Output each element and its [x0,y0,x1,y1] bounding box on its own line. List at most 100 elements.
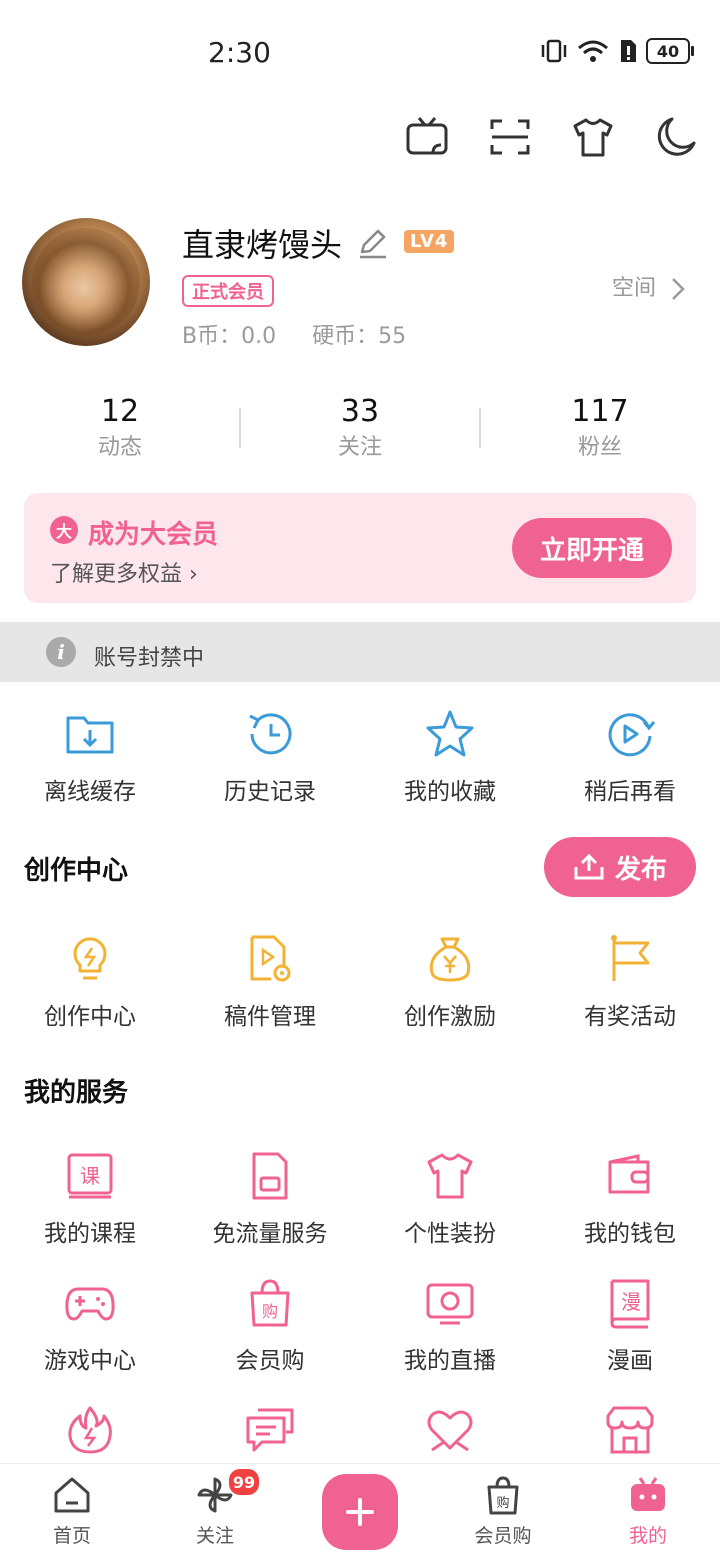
service-label: 我的课程 [44,1221,136,1247]
quick-action-favorites[interactable]: 我的收藏 [360,708,540,806]
info-icon: i [46,637,76,667]
ban-notice-text: 账号封禁中 [94,646,205,671]
stat-dynamics[interactable]: 12 动态 [0,394,240,461]
service-personal-dressup[interactable]: 个性装扮 [360,1150,540,1248]
creator-item-events[interactable]: 有奖活动 [540,933,720,1031]
service-free-data[interactable]: 免流量服务 [180,1150,360,1248]
service-label: 游戏中心 [44,1348,136,1374]
edit-pencil-icon[interactable] [356,226,390,260]
scan-icon[interactable] [488,115,532,159]
wifi-icon [578,40,608,62]
shopping-bag-icon: 购 [250,1279,290,1327]
service-label: 免流量服务 [212,1221,328,1247]
wallet-icon [608,1154,650,1194]
star-icon [426,710,474,757]
service-comics[interactable]: 漫 漫画 [540,1277,720,1375]
lightbulb-icon [73,937,107,980]
course-icon: 课 [67,1153,113,1199]
chevron-right-icon [672,278,685,300]
publish-label: 发布 [614,854,667,885]
stat-following[interactable]: 33 关注 [240,394,480,461]
plus-icon [346,1498,374,1526]
creator-item-manuscripts[interactable]: 稿件管理 [180,933,360,1031]
quick-action-label: 我的收藏 [404,779,496,805]
nav-label: 首页 [52,1525,91,1547]
stat-value: 117 [571,394,629,429]
quick-action-history[interactable]: 历史记录 [180,708,360,806]
service-my-courses[interactable]: 课 我的课程 [0,1150,180,1248]
creator-item-label: 创作激励 [404,1004,496,1030]
heart-icon [427,1410,473,1452]
vip-title: 成为大会员 [88,520,219,550]
stat-value: 33 [340,394,380,429]
vip-benefits-link[interactable]: 了解更多权益 › [50,556,198,588]
svg-text:购: 购 [262,1302,278,1321]
level-badge: LV4 [404,230,455,253]
creator-item-label: 创作中心 [44,1004,136,1030]
quick-action-watch-later[interactable]: 稍后再看 [540,708,720,806]
bcoin-balance: B币：0.0 [182,324,277,349]
coins-info: B币：0.0 硬币：55 [182,318,406,350]
stat-label: 粉丝 [577,435,622,460]
stat-fans[interactable]: 117 粉丝 [480,394,720,461]
stat-value: 12 [100,394,140,429]
quick-action-offline-cache[interactable]: 离线缓存 [0,708,180,806]
comic-book-icon: 漫 [610,1279,650,1329]
svg-text:购: 购 [496,1495,509,1511]
history-clock-icon [249,713,292,755]
flame-icon [68,1406,112,1454]
status-icons: 40 [540,38,694,64]
service-member-shop[interactable]: 购 会员购 [180,1277,360,1375]
tv-mascot-icon [631,1477,665,1511]
home-icon [54,1477,90,1513]
service-label: 我的钱包 [584,1221,676,1247]
service-public-welfare[interactable] [360,1404,540,1456]
publish-button[interactable]: 发布 [544,837,696,897]
cast-tv-icon[interactable] [405,115,449,159]
nav-mine[interactable]: 我的 [588,1475,708,1548]
download-folder-icon [66,716,114,754]
tshirt-theme-icon[interactable] [571,115,615,159]
flag-icon [611,935,650,981]
manuscript-icon [250,935,291,982]
quick-action-label: 离线缓存 [44,779,136,805]
notification-badge: 99 [227,1467,261,1497]
nav-label: 会员购 [474,1525,532,1547]
service-game-center[interactable]: 游戏中心 [0,1277,180,1375]
space-link-label: 空间 [612,276,657,301]
svg-text:漫: 漫 [621,1290,641,1314]
avatar-image [32,228,140,336]
create-plus-button[interactable] [322,1474,398,1550]
space-link[interactable]: 空间 [612,270,685,302]
nav-label: 关注 [195,1525,234,1547]
services-section-title: 我的服务 [24,1078,129,1108]
live-tv-icon [426,1283,474,1325]
service-my-wallet[interactable]: 我的钱包 [540,1150,720,1248]
vip-activate-button[interactable]: 立即开通 [512,518,672,578]
status-time: 2:30 [208,36,271,69]
nav-home[interactable]: 首页 [12,1475,132,1548]
nav-label: 我的 [628,1525,667,1547]
night-mode-icon[interactable] [654,115,698,159]
creator-item-incentives[interactable]: 创作激励 [360,933,540,1031]
quick-action-label: 稍后再看 [584,779,676,805]
service-label: 会员购 [235,1348,305,1374]
chat-bubbles-icon [246,1408,294,1452]
creator-item-label: 稿件管理 [224,1004,316,1030]
nav-member-shop[interactable]: 购 会员购 [443,1475,563,1548]
service-label: 我的直播 [404,1348,496,1374]
vibrate-icon [541,39,567,63]
creator-section-title: 创作中心 [24,856,129,886]
tshirt-icon [427,1153,473,1199]
vip-logo-icon: 大 [50,516,78,544]
username: 直隶烤馒头 [182,226,343,264]
service-second-hand[interactable] [540,1404,720,1456]
service-my-live[interactable]: 我的直播 [360,1277,540,1375]
store-icon [606,1406,654,1454]
creator-item-center[interactable]: 创作中心 [0,933,180,1031]
service-promotion[interactable] [0,1404,180,1456]
svg-text:课: 课 [80,1164,100,1188]
service-customer-service[interactable] [180,1404,360,1456]
gamepad-icon [65,1287,115,1321]
sim-alert-icon [621,40,636,62]
